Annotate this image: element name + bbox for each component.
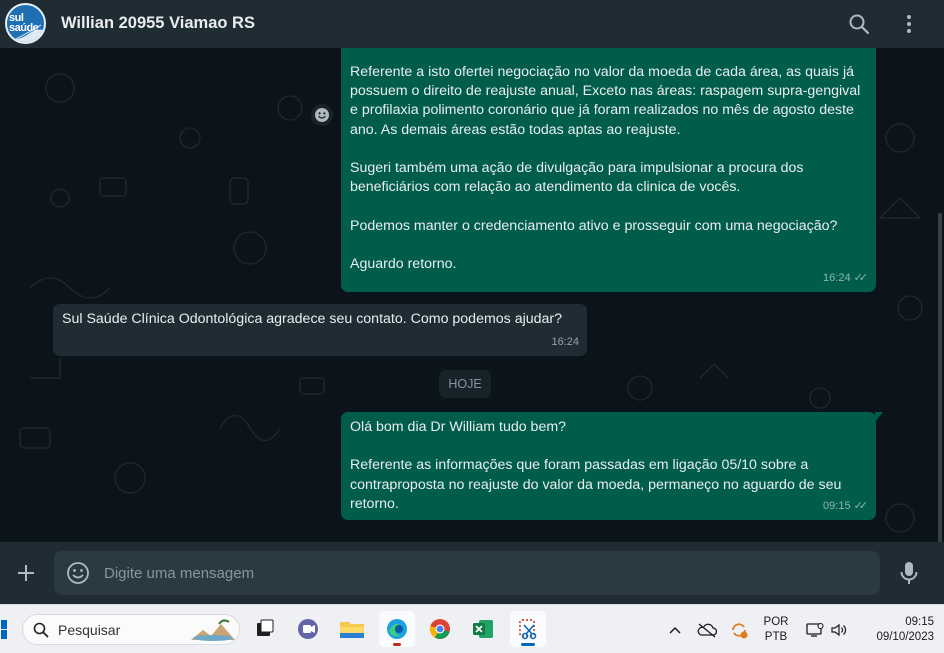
message-meta: 09:15 ✓✓	[823, 497, 868, 516]
message-composer	[0, 542, 944, 604]
kebab-menu-icon[interactable]	[897, 12, 921, 36]
taskbar-teams-app[interactable]	[290, 611, 326, 647]
onedrive-offline-icon[interactable]	[696, 605, 718, 653]
message-paragraph: Referente as informações que foram passa…	[350, 457, 842, 512]
network-monitor-icon[interactable]	[804, 605, 826, 653]
taskbar-excel-app[interactable]	[465, 611, 501, 647]
emoji-icon[interactable]	[66, 561, 90, 585]
speaker-volume-icon[interactable]	[828, 605, 850, 653]
message-paragraph: Aguardo retorno.	[350, 255, 457, 272]
incoming-message[interactable]: Sul Saúde Clínica Odontológica agradece …	[53, 304, 587, 356]
outgoing-message[interactable]: Olá bom dia Dr William tudo bem? Referen…	[341, 412, 883, 520]
keyboard-layout: PTB	[764, 630, 788, 643]
edge-browser-icon	[387, 619, 407, 639]
chat-scrollbar[interactable]	[938, 213, 942, 542]
file-explorer-icon	[340, 622, 364, 638]
taskbar-explorer-app[interactable]	[334, 611, 370, 647]
message-paragraph	[350, 437, 867, 456]
avatar-logo-text: sul saúde	[9, 12, 39, 34]
active-app-indicator	[393, 643, 401, 646]
message-input-box[interactable]	[54, 551, 880, 595]
message-meta: 16:24 ✓✓	[823, 269, 868, 288]
taskbar-snipping-app[interactable]	[510, 611, 546, 647]
contact-avatar[interactable]: sul saúde	[5, 3, 46, 44]
windows-taskbar: Pesquisar POR PTB 09:15 09/10/2023	[0, 604, 944, 653]
sync-warning-icon[interactable]	[728, 605, 750, 653]
chat-panel[interactable]: Referente a isto ofertei negociação no v…	[0, 48, 944, 542]
read-ticks-icon: ✓✓	[853, 499, 869, 512]
react-emoji-icon[interactable]	[311, 104, 333, 126]
message-input[interactable]	[104, 551, 864, 595]
message-cutoff-line	[350, 48, 867, 51]
taskbar-search[interactable]: Pesquisar	[22, 614, 240, 645]
clock-date: 09/10/2023	[876, 630, 934, 643]
microphone-icon[interactable]	[897, 560, 921, 586]
taskbar-chrome-app[interactable]	[422, 611, 458, 647]
clock-time: 09:15	[905, 615, 934, 628]
message-time: 09:15	[823, 499, 851, 512]
message-paragraph: Podemos manter o credenciamento ativo e …	[350, 217, 838, 234]
message-paragraph: Sugeri também uma ação de divulgação par…	[350, 160, 804, 196]
taskbar-taskview-app[interactable]	[247, 611, 283, 647]
message-text: Sul Saúde Clínica Odontológica agradece …	[62, 311, 563, 327]
search-icon	[33, 622, 49, 638]
message-time: 16:24	[823, 271, 851, 284]
teams-icon	[298, 619, 318, 639]
taskbar-edge-app[interactable]	[379, 611, 415, 647]
task-view-icon	[257, 619, 274, 636]
plus-icon[interactable]	[14, 561, 38, 585]
message-paragraph	[350, 140, 867, 159]
excel-icon	[473, 620, 493, 638]
message-paragraph	[350, 197, 867, 216]
message-paragraph	[350, 236, 867, 255]
snipping-tool-icon	[519, 619, 537, 640]
message-paragraph: Olá bom dia Dr William tudo bem?	[350, 419, 567, 435]
active-app-indicator	[521, 643, 535, 646]
search-icon[interactable]	[847, 12, 871, 36]
taskbar-clock[interactable]: 09:15 09/10/2023	[858, 605, 934, 653]
bubble-tail	[875, 412, 883, 422]
tray-overflow-chevron-icon[interactable]	[664, 605, 686, 653]
message-meta: 16:24	[551, 333, 579, 352]
chrome-icon	[429, 619, 450, 639]
read-ticks-icon: ✓✓	[853, 271, 869, 284]
message-paragraph: Referente a isto ofertei negociação no v…	[350, 64, 861, 138]
input-language-indicator[interactable]: POR PTB	[758, 605, 794, 653]
language-code: POR	[763, 615, 789, 628]
windows-start-icon[interactable]	[0, 620, 8, 640]
message-time: 16:24	[551, 335, 579, 348]
contact-name[interactable]: Willian 20955 Viamao RS	[61, 14, 255, 33]
outgoing-message[interactable]: Referente a isto ofertei negociação no v…	[341, 48, 876, 292]
search-highlight-illustration	[191, 619, 235, 641]
taskbar-search-label: Pesquisar	[58, 622, 121, 638]
chat-header: sul saúde Willian 20955 Viamao RS	[0, 0, 944, 48]
date-divider: HOJE	[439, 370, 491, 398]
